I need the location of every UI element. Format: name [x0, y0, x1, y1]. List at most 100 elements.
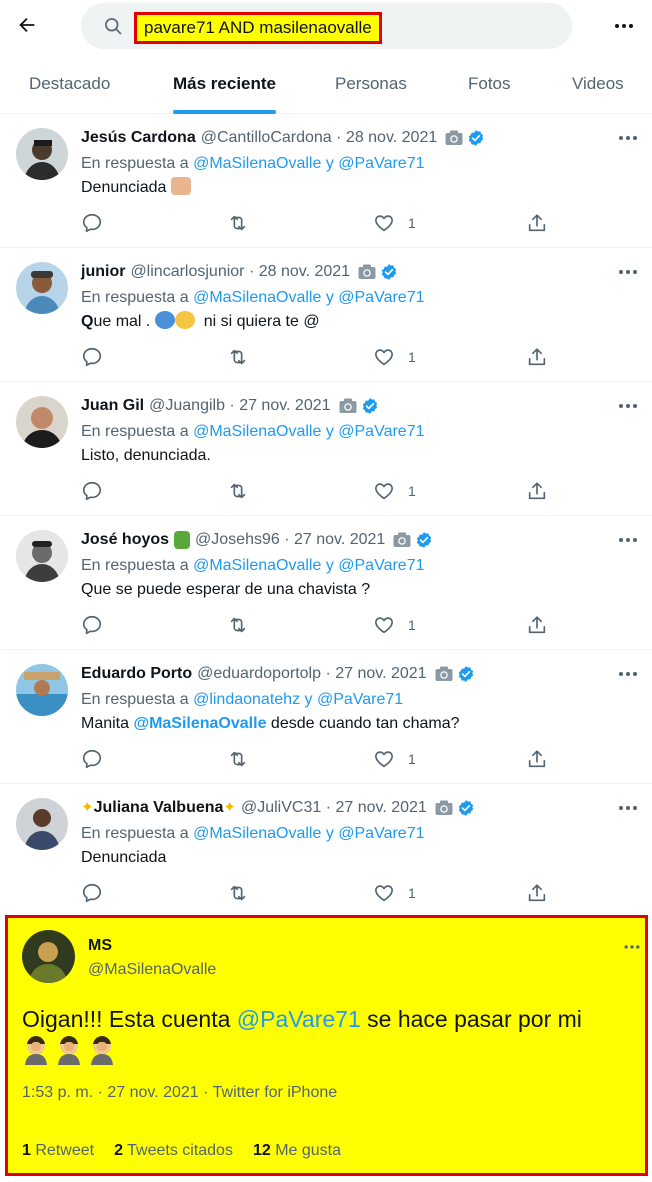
- retweet-icon[interactable]: [227, 748, 249, 770]
- avatar[interactable]: [16, 530, 68, 582]
- author-meta[interactable]: @CantilloCardona · 28 nov. 2021: [201, 127, 438, 149]
- tab-videos[interactable]: Videos: [572, 56, 624, 114]
- reply-context: En respuesta a @MaSilenaOvalle y @PaVare…: [81, 555, 424, 577]
- more-options-icon[interactable]: [616, 668, 640, 680]
- share-icon[interactable]: [526, 480, 548, 502]
- top-bar: pavare71 AND masilenaovalle: [0, 0, 652, 54]
- verified-badge-icon: [457, 665, 475, 683]
- reply-icon[interactable]: [81, 346, 103, 368]
- reply-icon[interactable]: [81, 748, 103, 770]
- more-options-icon[interactable]: [612, 14, 636, 38]
- reply-icon[interactable]: [81, 212, 103, 234]
- reply-to-links[interactable]: @MaSilenaOvalle y @PaVare71: [193, 825, 424, 842]
- avatar[interactable]: [16, 262, 68, 314]
- retweet-icon[interactable]: [227, 346, 249, 368]
- camera-icon: [445, 130, 463, 146]
- tweet-text: Denunciada: [81, 849, 167, 866]
- author-meta[interactable]: @lincarlosjunior · 28 nov. 2021: [130, 261, 350, 283]
- author-name[interactable]: junior: [81, 261, 125, 283]
- tab-fotos[interactable]: Fotos: [468, 56, 511, 114]
- avatar[interactable]: [16, 664, 68, 716]
- search-box[interactable]: pavare71 AND masilenaovalle: [81, 3, 572, 49]
- tweet-actions: 1: [81, 882, 561, 906]
- more-options-icon[interactable]: [616, 266, 640, 278]
- author-name[interactable]: José hoyos: [81, 529, 169, 551]
- share-icon[interactable]: [526, 748, 548, 770]
- verified-badge-icon: [457, 799, 475, 817]
- author-name[interactable]: Jesús Cardona: [81, 127, 196, 149]
- likes-stat[interactable]: 12 Me gusta: [253, 1142, 341, 1160]
- back-arrow-icon[interactable]: [14, 12, 40, 38]
- tweet-timestamp[interactable]: 1:53 p. m. · 27 nov. 2021 · Twitter for …: [22, 1084, 337, 1102]
- avatar[interactable]: [16, 128, 68, 180]
- like-icon[interactable]: [373, 480, 395, 502]
- author-meta[interactable]: @Juangilb · 27 nov. 2021: [149, 395, 330, 417]
- tweet-text-content: ue mal .: [93, 313, 151, 330]
- share-icon[interactable]: [526, 212, 548, 234]
- mention-link[interactable]: @PaVare71: [237, 1006, 361, 1032]
- reply-icon[interactable]: [81, 614, 103, 636]
- mention-link[interactable]: @MaSilenaOvalle: [133, 715, 266, 732]
- more-options-icon[interactable]: [616, 802, 640, 814]
- reply-prefix: En respuesta a: [81, 557, 189, 574]
- reply-to-links[interactable]: @MaSilenaOvalle y @PaVare71: [193, 423, 424, 440]
- share-icon[interactable]: [526, 882, 548, 904]
- reply-prefix: En respuesta a: [81, 423, 189, 440]
- avatar[interactable]: [22, 930, 75, 983]
- highlighted-tweet[interactable]: MS @MaSilenaOvalle Oigan!!! Esta cuenta …: [5, 915, 648, 1176]
- tweet-item[interactable]: junior @lincarlosjunior · 28 nov. 2021 E…: [0, 248, 652, 382]
- tweet-text-pre: Manita: [81, 715, 134, 732]
- camera-icon: [358, 264, 376, 280]
- tweet-header: Eduardo Porto @eduardoportolp · 27 nov. …: [81, 663, 475, 685]
- tweet-header: José hoyos @Josehs96 · 27 nov. 2021: [81, 529, 433, 551]
- author-meta[interactable]: @Josehs96 · 27 nov. 2021: [195, 529, 385, 551]
- tweet-item[interactable]: Eduardo Porto @eduardoportolp · 27 nov. …: [0, 650, 652, 784]
- share-icon[interactable]: [526, 614, 548, 636]
- like-icon[interactable]: [373, 882, 395, 904]
- retweet-icon[interactable]: [227, 212, 249, 234]
- reply-icon[interactable]: [81, 480, 103, 502]
- avatar[interactable]: [16, 396, 68, 448]
- author-handle[interactable]: @MaSilenaOvalle: [88, 961, 216, 979]
- avatar[interactable]: [16, 798, 68, 850]
- tweet-item[interactable]: Juan Gil @Juangilb · 27 nov. 2021 En res…: [0, 382, 652, 516]
- retweet-icon[interactable]: [227, 614, 249, 636]
- like-icon[interactable]: [373, 614, 395, 636]
- author-name[interactable]: Juan Gil: [81, 395, 144, 417]
- author-meta[interactable]: @JuliVC31 · 27 nov. 2021: [241, 797, 427, 819]
- quotes-stat[interactable]: 2 Tweets citados: [114, 1142, 233, 1160]
- tweet-text: Que se puede esperar de una chavista ?: [81, 581, 371, 598]
- reply-to-links[interactable]: @lindaonatehz y @PaVare71: [193, 691, 403, 708]
- author-name[interactable]: MS: [88, 937, 112, 955]
- retweet-icon[interactable]: [227, 480, 249, 502]
- reply-to-links[interactable]: @MaSilenaOvalle y @PaVare71: [193, 557, 424, 574]
- tweet-item[interactable]: Jesús Cardona @CantilloCardona · 28 nov.…: [0, 114, 652, 248]
- tweet-item[interactable]: José hoyos @Josehs96 · 27 nov. 2021 En r…: [0, 516, 652, 650]
- like-icon[interactable]: [373, 748, 395, 770]
- reply-to-links[interactable]: @MaSilenaOvalle y @PaVare71: [193, 155, 424, 172]
- like-icon[interactable]: [373, 212, 395, 234]
- author-name[interactable]: Eduardo Porto: [81, 663, 192, 685]
- more-options-icon[interactable]: [616, 534, 640, 546]
- share-icon[interactable]: [526, 346, 548, 368]
- reply-icon[interactable]: [81, 882, 103, 904]
- more-options-icon[interactable]: [622, 942, 642, 952]
- retweets-stat[interactable]: 1 Retweet: [22, 1142, 94, 1160]
- tab-personas[interactable]: Personas: [335, 56, 407, 114]
- person-emoji-icon: [154, 311, 175, 329]
- author-meta[interactable]: @eduardoportolp · 27 nov. 2021: [197, 663, 426, 685]
- tab-destacado[interactable]: Destacado: [29, 56, 110, 114]
- tweet-item[interactable]: ✦ Juliana Valbuena ✦ @JuliVC31 · 27 nov.…: [0, 784, 652, 918]
- more-options-icon[interactable]: [616, 400, 640, 412]
- tweet-actions: 1: [81, 212, 561, 236]
- tweet-actions: 1: [81, 346, 561, 370]
- tweet-text: Denunciada: [81, 177, 191, 199]
- like-icon[interactable]: [373, 346, 395, 368]
- retweet-icon[interactable]: [227, 882, 249, 904]
- like-count: 1: [408, 483, 416, 499]
- author-name[interactable]: Juliana Valbuena: [94, 797, 224, 819]
- tab-mas-reciente[interactable]: Más reciente: [173, 56, 276, 114]
- search-input[interactable]: pavare71 AND masilenaovalle: [134, 12, 382, 44]
- reply-to-links[interactable]: @MaSilenaOvalle y @PaVare71: [193, 289, 424, 306]
- more-options-icon[interactable]: [616, 132, 640, 144]
